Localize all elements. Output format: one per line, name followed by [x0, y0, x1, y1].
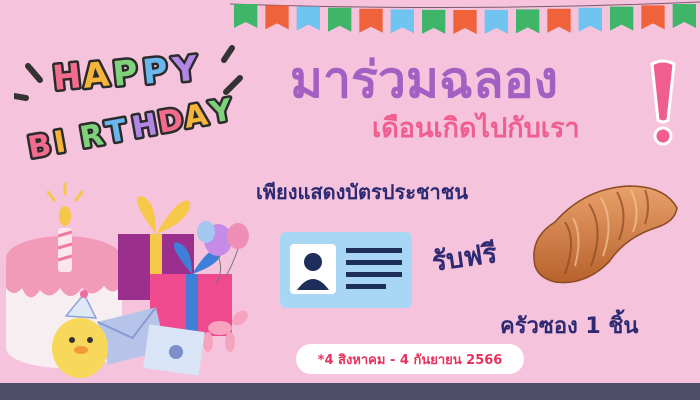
- sticker-letter: T: [103, 113, 130, 151]
- sticker-letter: R: [77, 117, 106, 155]
- reward-text: ครัวซอง 1 ชิ้น: [500, 314, 639, 339]
- promo-banner: HAPPY BIRTHDAY มาร่วมฉลอง เดือนเกิดไปกับ…: [0, 0, 700, 400]
- happy-birthday-sticker: HA P P Y BI RT HDAY: [14, 45, 243, 168]
- sticker-letter: P: [141, 51, 170, 93]
- bunting-flag: [547, 8, 571, 33]
- sticker-letter: Y: [170, 49, 200, 91]
- bunting-flag: [359, 8, 383, 33]
- bunting-flag: [328, 7, 352, 32]
- bunting-flag: [610, 6, 634, 31]
- bunting-flag: [296, 6, 320, 31]
- bunting-flag: [484, 9, 508, 34]
- bunting-flag: [422, 9, 446, 34]
- id-card-icon: [280, 232, 412, 308]
- promotion-date: *4 สิงหาคม - 4 กันยายน 2566: [296, 344, 524, 374]
- sticker-letter: A: [81, 54, 112, 97]
- sticker-letter: P: [111, 53, 140, 95]
- headline: มาร่วมฉลอง: [290, 51, 559, 109]
- free-label: รับฟรี: [429, 238, 499, 278]
- bottom-bar: [0, 383, 700, 400]
- happy-word: HA P P Y: [48, 46, 202, 101]
- bunting-flag: [390, 9, 414, 34]
- sticker-letter: B: [25, 127, 54, 165]
- subheadline: เดือนเกิดไปกับเรา: [372, 113, 580, 144]
- bunting-flag: [672, 4, 696, 28]
- condition-text: เพียงแสดงบัตรประชาชน: [256, 180, 469, 204]
- sticker-letter: Y: [206, 92, 236, 131]
- bunting-flag: [516, 9, 540, 34]
- sticker-letter: I: [51, 124, 68, 160]
- bunting-flag: [265, 5, 289, 30]
- bunting-flag: [453, 10, 477, 34]
- bunting-flag: [578, 7, 602, 32]
- sticker-letter: D: [155, 102, 186, 141]
- party-illustration: [6, 182, 249, 378]
- birthday-word: BI RT HDAY: [23, 90, 239, 168]
- bunting-flag: [234, 4, 258, 28]
- exclamation-icon: [650, 59, 676, 146]
- croissant-icon: [533, 185, 678, 284]
- sticker-letter: H: [51, 56, 83, 99]
- bunting-flags: [230, 1, 700, 34]
- sticker-letter: A: [181, 97, 211, 136]
- bunting-flag: [641, 5, 665, 30]
